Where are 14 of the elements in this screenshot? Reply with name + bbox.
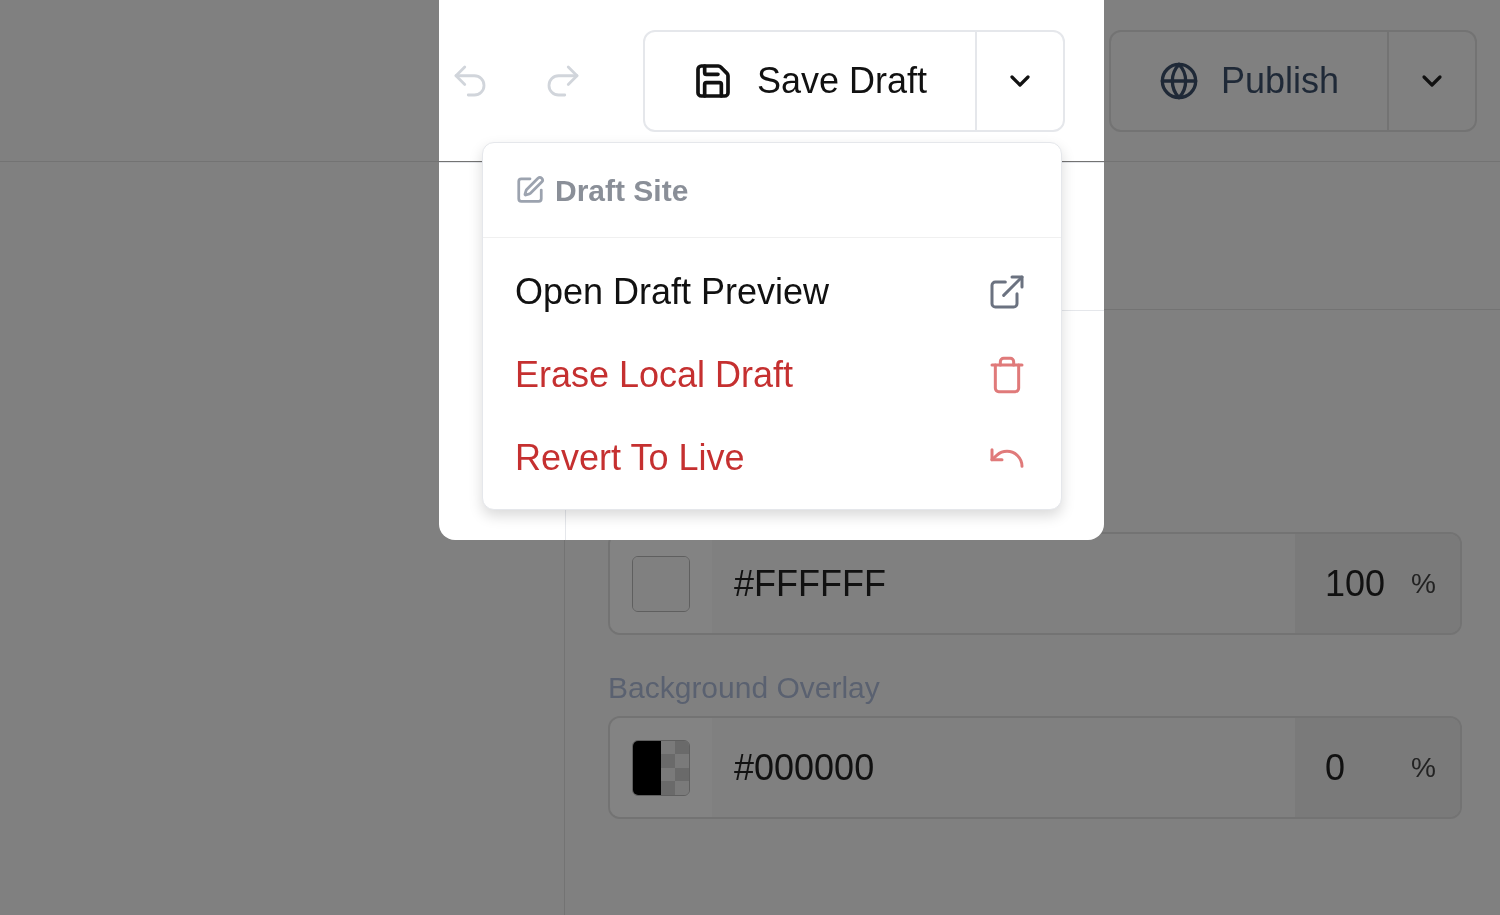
color-swatch[interactable]: [632, 739, 690, 796]
unit-label: %: [1411, 750, 1436, 785]
color-field[interactable]: #FFFFFF 100 %: [608, 532, 1462, 635]
color-field[interactable]: #000000 0 %: [608, 716, 1462, 819]
globe-icon: [1158, 60, 1199, 101]
color-swatch[interactable]: [632, 555, 690, 612]
menu-item[interactable]: Open Draft Preview: [483, 250, 1061, 333]
opacity-value: 0: [1325, 745, 1347, 790]
menu-item[interactable]: Erase Local Draft: [483, 333, 1061, 416]
unit-label: %: [1411, 566, 1436, 601]
edit-icon: [515, 175, 545, 205]
menu-item[interactable]: Revert To Live: [483, 416, 1061, 499]
menu-header: Draft Site: [555, 172, 689, 209]
opacity-value: 100: [1325, 561, 1387, 606]
